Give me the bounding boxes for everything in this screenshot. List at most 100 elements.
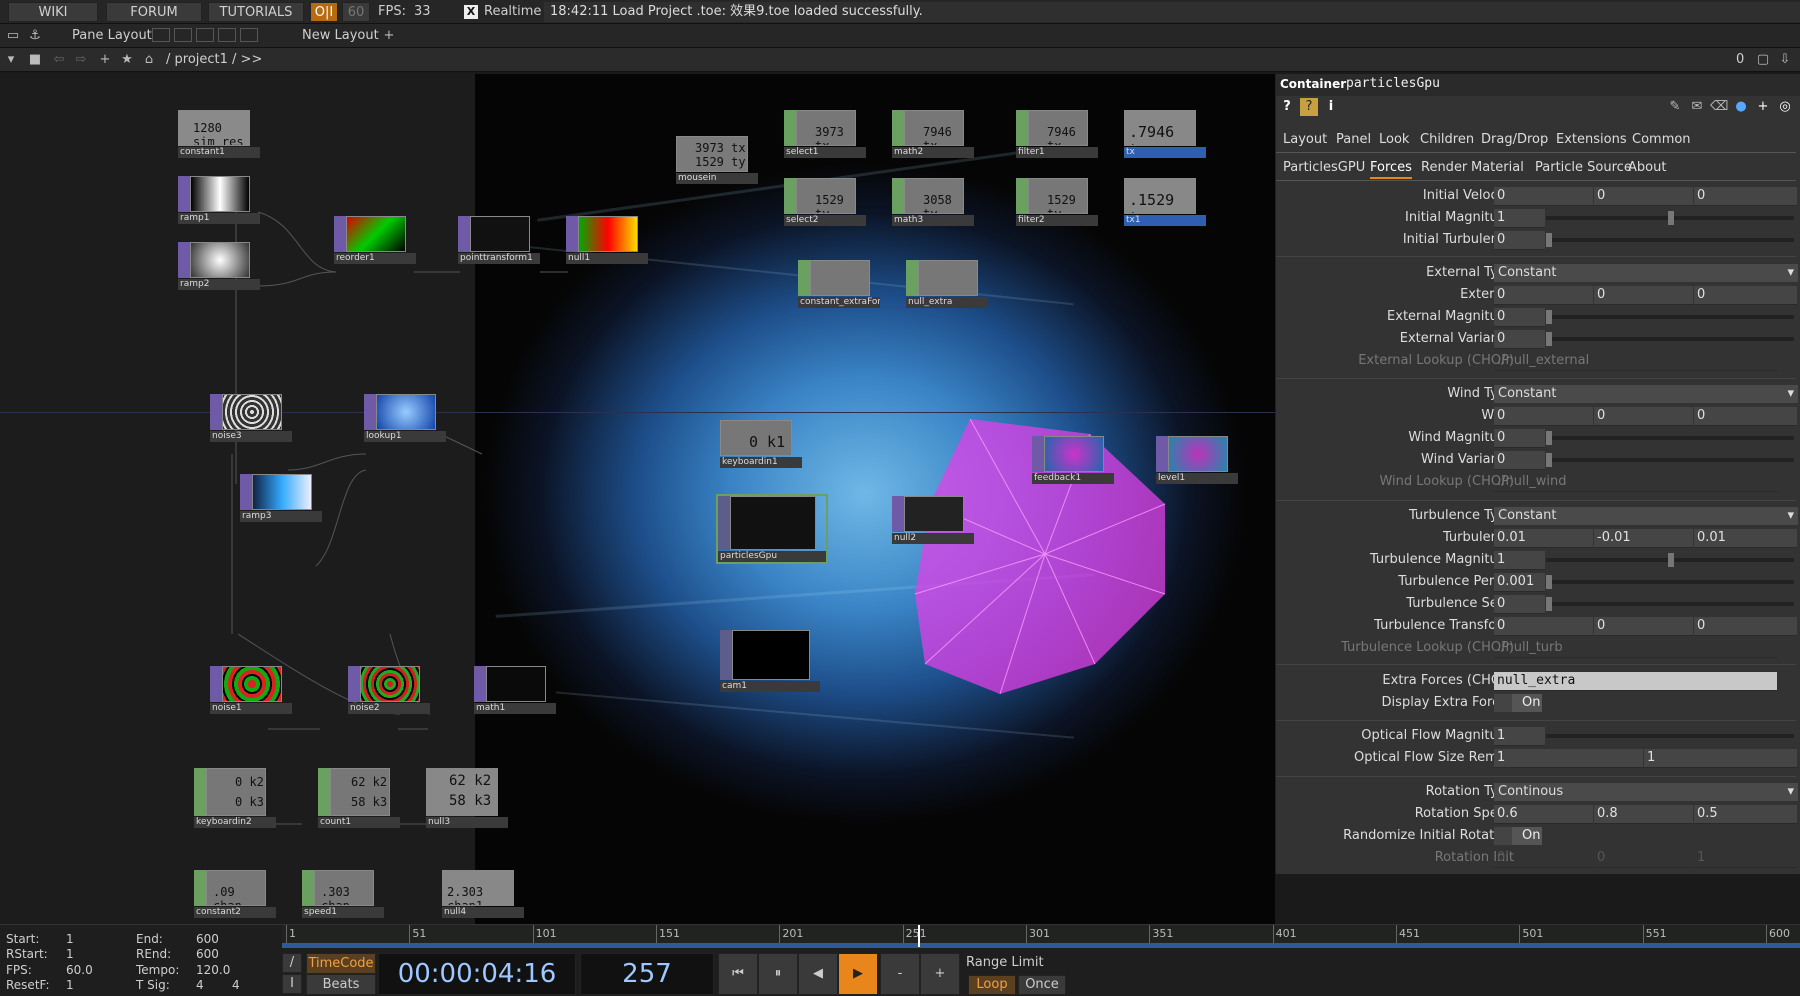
optical-flow-magnitude-slider[interactable] [1546,734,1794,738]
filter2-node[interactable]: 1529 ty filter2 [1016,178,1098,226]
layout-icon[interactable]: ▭ [4,27,22,45]
resetf-value[interactable]: 1 [66,978,74,992]
count1-node[interactable]: 62 k2 58 k3 count1 [318,768,400,828]
wind-variance-field[interactable]: 0 [1494,451,1545,470]
rend-value[interactable]: 600 [196,947,219,961]
oi-toggle[interactable]: O|I [310,2,338,22]
constant-extraforce-node[interactable]: constant_extraForce [798,260,880,308]
turbulence-z[interactable]: 0.01 [1694,529,1797,548]
timecode-display[interactable]: 00:00:04:16 [378,953,576,995]
skip-start-icon[interactable]: ⏮ [718,953,758,995]
tab-particlesgpu[interactable]: ParticlesGPU [1283,157,1365,179]
ramp1-node[interactable]: ramp1 [178,176,260,224]
pause-icon[interactable]: ⏸ [758,953,798,995]
rotation-type-dropdown[interactable]: Continous ▾ [1494,783,1798,801]
extra-forces-field[interactable]: null_extra [1494,672,1777,691]
back-arrow-icon[interactable]: ⇦ [50,51,68,69]
turbulence-lookup-field[interactable]: ./null_turb [1494,639,1777,658]
select2-node[interactable]: 1529 ty select2 [784,178,866,226]
step-back-icon[interactable]: ◀ [798,953,838,995]
menu-down-icon[interactable]: ▾ [2,51,20,69]
pointtransform1-node[interactable]: pointtransform1 [458,216,540,264]
timeline-range-bar[interactable] [282,943,1800,948]
python-icon[interactable]: ● [1732,98,1750,116]
wind-variance-slider[interactable] [1546,453,1794,467]
constant1-node[interactable]: 1280 sim_res constant1 [178,110,260,158]
initial-velocity-x[interactable]: 0 [1494,187,1593,206]
add-icon[interactable]: + [96,51,114,69]
add-param-icon[interactable]: + [1754,98,1772,116]
pane-layout-presets[interactable] [152,28,272,44]
rotation-init-z[interactable]: 1 [1694,849,1797,868]
rotation-speed-y[interactable]: 0.8 [1594,805,1693,824]
tx-node[interactable]: .7946 tx tx [1124,110,1206,158]
reorder1-node[interactable]: reorder1 [334,216,416,264]
null-extra-node[interactable]: null_extra [906,260,988,308]
panel-op-name[interactable]: particlesGpu [1346,76,1440,91]
step-plus-button[interactable]: + [920,953,960,995]
network-editor[interactable]: 1280 sim_res constant1 ramp1 ramp2 reord… [0,74,1275,924]
turbulence-magnitude-slider[interactable] [1546,553,1794,567]
beats-button[interactable]: Beats [306,974,376,995]
filter1-node[interactable]: 7946 tx filter1 [1016,110,1098,158]
tab-about[interactable]: About [1628,157,1666,179]
network-path[interactable]: / project1 / >> [166,48,262,72]
turbulence-y[interactable]: -0.01 [1594,529,1693,548]
tx1-node[interactable]: .1529 ty tx1 [1124,178,1206,226]
tempo-value[interactable]: 120.0 [196,963,230,977]
noise3-node[interactable]: noise3 [210,394,292,442]
tab-layout[interactable]: Layout [1283,129,1327,151]
tab-dragdrop[interactable]: Drag/Drop [1481,129,1548,151]
wind-magnitude-slider[interactable] [1546,431,1794,445]
tutorials-button[interactable]: TUTORIALS [208,2,304,22]
eraser-icon[interactable]: ⌫ [1710,98,1728,116]
particlesGpu-node[interactable]: particlesGpu [716,494,828,564]
feedback1-node[interactable]: feedback1 [1032,436,1114,484]
end-value[interactable]: 600 [196,932,219,946]
wind-type-dropdown[interactable]: Constant ▾ [1494,385,1798,403]
target-icon[interactable]: ◎ [1776,98,1794,116]
frame-display[interactable]: 257 [580,953,714,995]
tsig-value-1[interactable]: 4 [196,978,204,992]
home-icon[interactable]: ⌂ [140,51,158,69]
step-minus-button[interactable]: - [880,953,920,995]
turbulence-seed-field[interactable]: 0 [1494,595,1545,614]
noise1-node[interactable]: noise1 [210,666,292,714]
turbulence-transform-y[interactable]: 0 [1594,617,1693,636]
wind-z[interactable]: 0 [1694,407,1797,426]
wind-y[interactable]: 0 [1594,407,1693,426]
star-icon[interactable]: ★ [118,51,136,69]
once-button[interactable]: Once [1018,975,1066,995]
null2-node[interactable]: null2 [892,496,974,544]
initial-turbulence-slider[interactable] [1546,233,1794,247]
rotation-init-y[interactable]: 0 [1594,849,1693,868]
external-variance-field[interactable]: 0 [1494,330,1545,349]
anchor-icon[interactable]: ⚓ [26,27,44,45]
rotation-speed-z[interactable]: 0.5 [1694,805,1797,824]
tsig-value-2[interactable]: 4 [232,978,240,992]
external-variance-slider[interactable] [1546,332,1794,346]
tab-children[interactable]: Children [1420,129,1474,151]
null4-node[interactable]: 2.303 chan1 null4 [442,870,524,918]
realtime-checkbox[interactable]: X [464,5,478,19]
initial-magnitude-slider[interactable] [1546,211,1794,225]
tab-render[interactable]: Render [1421,157,1467,179]
turbulence-magnitude-field[interactable]: 1 [1494,551,1545,570]
forward-arrow-icon[interactable]: ⇨ [72,51,90,69]
rotation-speed-x[interactable]: 0.6 [1494,805,1593,824]
external-magnitude-field[interactable]: 0 [1494,308,1545,327]
optical-flow-size-x[interactable]: 1 [1494,749,1643,768]
fps-target[interactable]: 60 [342,2,370,22]
timecode-button[interactable]: TimeCode [306,953,376,974]
external-y[interactable]: 0 [1594,286,1693,305]
display-extra-forces-toggle[interactable]: On [1494,694,1542,712]
initial-velocity-z[interactable]: 0 [1694,187,1797,206]
timeline-ruler[interactable]: 1 51 101 151 201 251 301 351 401 451 501 551 600 [282,925,1800,943]
math3-node[interactable]: 3058 ty math3 [892,178,974,226]
stop-icon[interactable]: ■ [26,51,44,69]
fps-field-value[interactable]: 60.0 [66,963,93,977]
tab-extensions[interactable]: Extensions [1556,129,1627,151]
randomize-rotation-toggle[interactable]: On [1494,827,1542,845]
initial-turbulence-field[interactable]: 0 [1494,231,1545,250]
optical-flow-size-y[interactable]: 1 [1644,749,1797,768]
